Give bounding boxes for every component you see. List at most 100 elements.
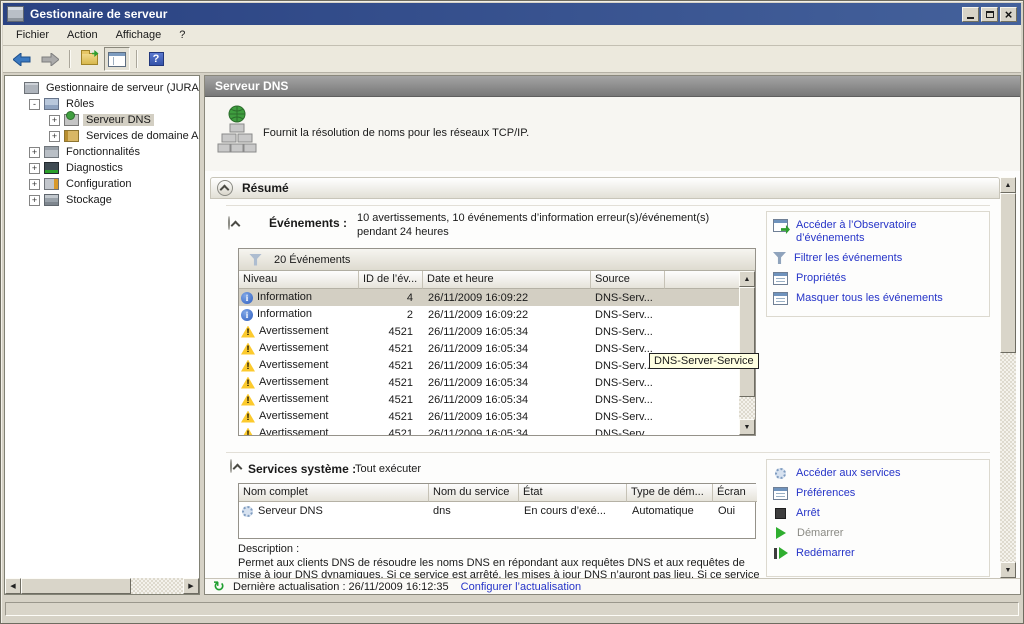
tree-row-diagnostics: + Diagnostics bbox=[5, 160, 199, 176]
refresh-status-bar: Dernière actualisation : 26/11/2009 16:1… bbox=[205, 578, 1020, 594]
tree-item-dns-server[interactable]: Serveur DNS bbox=[83, 114, 154, 126]
events-count-label: 20 Événements bbox=[274, 254, 350, 266]
tree-row-features: + Fonctionnalités bbox=[5, 144, 199, 160]
tree-expander[interactable]: + bbox=[49, 115, 60, 126]
tree-row-server-manager-root: Gestionnaire de serveur (JURA) bbox=[5, 80, 199, 96]
help-button[interactable] bbox=[143, 47, 169, 71]
show-console-button[interactable] bbox=[104, 47, 130, 71]
maximize-button[interactable] bbox=[981, 7, 998, 22]
event-row[interactable]: Information426/11/2009 16:09:22DNS-Serv.… bbox=[239, 289, 739, 306]
column-header[interactable]: Nom complet bbox=[239, 484, 429, 502]
column-header[interactable]: État bbox=[519, 484, 627, 502]
menu-help[interactable]: ? bbox=[170, 27, 194, 43]
action-link[interactable]: Propriétés bbox=[773, 272, 983, 285]
diagnostics-icon bbox=[44, 162, 59, 174]
warning-icon bbox=[241, 377, 255, 389]
action-link[interactable]: Redémarrer bbox=[773, 547, 983, 560]
column-header[interactable]: Source bbox=[591, 271, 665, 289]
scroll-down-button[interactable]: ▼ bbox=[739, 419, 755, 435]
action-link: Démarrer bbox=[773, 527, 983, 540]
column-header[interactable]: Nom du service bbox=[429, 484, 519, 502]
tree-item-diagnostics[interactable]: Diagnostics bbox=[63, 162, 126, 174]
tree-expander[interactable]: + bbox=[49, 131, 60, 142]
console-tree: Gestionnaire de serveur (JURA)-Rôles+Ser… bbox=[5, 80, 199, 578]
toolbar bbox=[3, 46, 1021, 73]
column-header[interactable]: Écran bbox=[713, 484, 757, 502]
tree-expander[interactable]: + bbox=[29, 147, 40, 158]
scroll-up-button[interactable]: ▲ bbox=[739, 271, 755, 287]
scroll-up-button[interactable]: ▲ bbox=[1000, 177, 1016, 193]
menu-fichier[interactable]: Fichier bbox=[7, 27, 58, 43]
maximize-icon bbox=[986, 11, 994, 18]
events-summary-line2: pendant 24 heures bbox=[357, 226, 449, 238]
scroll-track[interactable] bbox=[1000, 353, 1016, 562]
properties-icon bbox=[773, 487, 788, 500]
collapse-events-button[interactable] bbox=[228, 216, 230, 230]
scroll-thumb[interactable] bbox=[739, 287, 755, 397]
events-summary-line1: 10 avertissements, 10 événements d’infor… bbox=[357, 212, 709, 224]
tree-item-configuration[interactable]: Configuration bbox=[63, 178, 134, 190]
action-link[interactable]: Préférences bbox=[773, 487, 983, 500]
column-header[interactable] bbox=[665, 271, 739, 289]
event-row[interactable]: Avertissement452126/11/2009 16:05:34DNS-… bbox=[239, 374, 739, 391]
menu-action[interactable]: Action bbox=[58, 27, 107, 43]
column-header[interactable]: ID de l’év... bbox=[359, 271, 423, 289]
scroll-track[interactable] bbox=[739, 397, 755, 419]
tree-item-features[interactable]: Fonctionnalités bbox=[63, 146, 143, 158]
service-row[interactable]: Serveur DNSdnsEn cours d’exé...Automatiq… bbox=[239, 502, 755, 520]
event-row[interactable]: Avertissement452126/11/2009 16:05:34DNS-… bbox=[239, 323, 739, 340]
features-icon bbox=[44, 146, 59, 158]
events-column-headers: NiveauID de l’év...Date et heureSource bbox=[239, 271, 739, 289]
action-link[interactable]: Accéder à l’Observatoire d’événements bbox=[773, 219, 983, 245]
action-link[interactable]: Arrêt bbox=[773, 507, 983, 520]
action-link[interactable]: Accéder aux services bbox=[773, 467, 983, 480]
tree-row-storage: + Stockage bbox=[5, 192, 199, 208]
back-button[interactable] bbox=[9, 47, 35, 71]
close-icon: × bbox=[1005, 9, 1013, 20]
scroll-right-button[interactable]: ▶ bbox=[183, 578, 199, 594]
tree-horizontal-scrollbar[interactable]: ◀ ▶ bbox=[5, 578, 199, 594]
event-row[interactable]: Avertissement452126/11/2009 16:05:34DNS-… bbox=[239, 391, 739, 408]
menu-affichage[interactable]: Affichage bbox=[107, 27, 171, 43]
close-button[interactable]: × bbox=[1000, 7, 1017, 22]
collapse-services-button[interactable] bbox=[230, 459, 232, 473]
services-section-label: Services système : bbox=[248, 462, 356, 476]
scroll-track[interactable] bbox=[131, 578, 183, 594]
tree-expander[interactable]: + bbox=[29, 195, 40, 206]
tree-item-roles[interactable]: Rôles bbox=[63, 98, 97, 110]
scroll-thumb[interactable] bbox=[1000, 193, 1016, 353]
configure-refresh-link[interactable]: Configurer l’actualisation bbox=[461, 581, 581, 593]
action-link[interactable]: Filtrer les événements bbox=[773, 252, 983, 265]
scroll-down-button[interactable]: ▼ bbox=[1000, 562, 1016, 578]
title-bar[interactable]: Gestionnaire de serveur × bbox=[3, 3, 1021, 25]
main-vertical-scrollbar[interactable]: ▲ ▼ bbox=[1000, 177, 1016, 578]
action-link[interactable]: Masquer tous les événements bbox=[773, 292, 983, 305]
main-panel: Serveur DNS Fournit la résolution de nom… bbox=[204, 75, 1021, 595]
service-description-label: Description : bbox=[238, 543, 299, 555]
tree-item-storage[interactable]: Stockage bbox=[63, 194, 115, 206]
tree-item-ad-ds[interactable]: Services de domaine Active bbox=[83, 130, 199, 142]
resume-section-header: Résumé bbox=[210, 177, 1000, 199]
event-row[interactable]: Avertissement452126/11/2009 16:05:34DNS-… bbox=[239, 425, 739, 435]
forward-button[interactable] bbox=[37, 47, 63, 71]
column-header[interactable]: Niveau bbox=[239, 271, 359, 289]
scroll-left-button[interactable]: ◀ bbox=[5, 578, 21, 594]
warning-icon bbox=[241, 428, 255, 435]
tree-item-server-manager-root[interactable]: Gestionnaire de serveur (JURA) bbox=[43, 82, 199, 94]
filter-l-icon bbox=[773, 252, 786, 264]
tree-expander[interactable]: + bbox=[29, 163, 40, 174]
scroll-thumb[interactable] bbox=[21, 578, 131, 594]
column-header[interactable]: Type de dém... bbox=[627, 484, 713, 502]
collapse-resume-button[interactable] bbox=[217, 180, 233, 196]
event-row[interactable]: Avertissement452126/11/2009 16:05:34DNS-… bbox=[239, 408, 739, 425]
event-row[interactable]: Information226/11/2009 16:09:22DNS-Serv.… bbox=[239, 306, 739, 323]
tree-expander[interactable]: + bbox=[29, 179, 40, 190]
minimize-button[interactable] bbox=[962, 7, 979, 22]
export-folder-icon bbox=[81, 53, 98, 65]
toolbar-separator bbox=[136, 50, 137, 68]
tree-expander[interactable]: - bbox=[29, 99, 40, 110]
stop-icon bbox=[775, 508, 786, 519]
column-header[interactable]: Date et heure bbox=[423, 271, 591, 289]
services-actions-panel: Accéder aux services Préférences Arrêt Déma… bbox=[766, 459, 990, 577]
export-button[interactable] bbox=[76, 47, 102, 71]
